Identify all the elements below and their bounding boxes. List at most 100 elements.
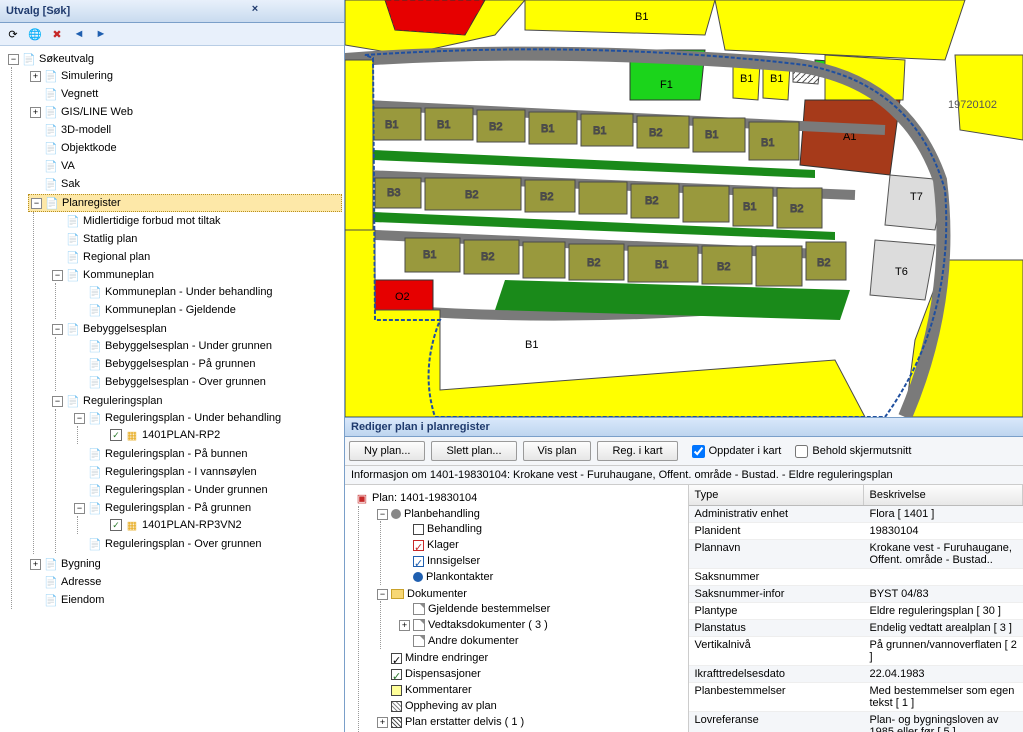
- tree-root[interactable]: Plan: 1401-19830104: [372, 492, 477, 504]
- table-row[interactable]: Ikrafttredelsesdato22.04.1983: [689, 666, 1023, 683]
- tree-item[interactable]: Reguleringsplan - Under grunnen: [105, 484, 268, 496]
- tree-item[interactable]: Midlertidige forbud mot tiltak: [83, 215, 221, 227]
- tree-item-planregister[interactable]: Planregister: [62, 197, 121, 209]
- tree-item[interactable]: Planbehandling: [404, 508, 480, 520]
- tree-item[interactable]: Vegnett: [61, 88, 98, 100]
- tree-item[interactable]: Objektkode: [61, 142, 117, 154]
- close-icon[interactable]: ×: [172, 3, 338, 19]
- tree-item[interactable]: Dokumenter: [407, 588, 467, 600]
- tree-item[interactable]: Bebyggelsesplan - Under grunnen: [105, 340, 272, 352]
- tree-item[interactable]: Bebyggelsesplan - Over grunnen: [105, 376, 266, 388]
- expander-icon[interactable]: +: [377, 717, 388, 728]
- doc-icon: 📄: [88, 483, 102, 497]
- keep-extent-checkbox[interactable]: Behold skjermutsnitt: [795, 445, 911, 458]
- tree-item[interactable]: Sak: [61, 178, 80, 190]
- table-row[interactable]: Administrativ enhetFlora [ 1401 ]: [689, 506, 1023, 523]
- forward-icon[interactable]: ►: [92, 25, 110, 43]
- checkbox-icon[interactable]: [110, 519, 122, 531]
- delete-icon[interactable]: ✖: [48, 25, 66, 43]
- expander-icon[interactable]: −: [52, 324, 63, 335]
- tree-item[interactable]: Kommuneplan - Gjeldende: [105, 304, 236, 316]
- panel-titlebar: Utvalg [Søk] ×: [0, 0, 344, 23]
- svg-text:F1: F1: [660, 79, 673, 91]
- update-map-checkbox[interactable]: Oppdater i kart: [692, 445, 782, 458]
- tree-item[interactable]: Kommuneplan: [83, 269, 154, 281]
- expander-icon[interactable]: +: [30, 107, 41, 118]
- checkbox-icon[interactable]: [795, 445, 808, 458]
- checkbox-icon[interactable]: [692, 445, 705, 458]
- table-row[interactable]: Saksnummer-inforBYST 04/83: [689, 586, 1023, 603]
- tree-item[interactable]: Bebyggelsesplan: [83, 323, 167, 335]
- tree-item[interactable]: GIS/LINE Web: [61, 106, 133, 118]
- tree-root[interactable]: Søkeutvalg: [39, 53, 94, 65]
- new-plan-button[interactable]: Ny plan...: [349, 441, 425, 461]
- globe-icon[interactable]: 🌐: [26, 25, 44, 43]
- tree-item[interactable]: Regional plan: [83, 251, 150, 263]
- tree-item[interactable]: VA: [61, 160, 75, 172]
- table-row[interactable]: PlanstatusEndelig vedtatt arealplan [ 3 …: [689, 620, 1023, 637]
- svg-text:B2: B2: [790, 203, 803, 215]
- reg-map-button[interactable]: Reg. i kart: [597, 441, 677, 461]
- tree-item[interactable]: Reguleringsplan - På bunnen: [105, 448, 248, 460]
- tree-item[interactable]: Kommentarer: [405, 684, 472, 696]
- col-header-desc[interactable]: Beskrivelse: [864, 485, 1023, 505]
- tree-leaf[interactable]: 1401PLAN-RP2: [142, 429, 220, 441]
- tree-item[interactable]: Kommuneplan - Under behandling: [105, 286, 273, 298]
- expander-icon[interactable]: −: [377, 509, 388, 520]
- expander-icon[interactable]: −: [52, 396, 63, 407]
- table-row[interactable]: LovreferansePlan- og bygningsloven av 19…: [689, 712, 1023, 732]
- expander-icon[interactable]: −: [8, 54, 19, 65]
- tree-item[interactable]: Reguleringsplan - I vannsøylen: [105, 466, 257, 478]
- tree-item[interactable]: Eiendom: [61, 594, 104, 606]
- tree-item[interactable]: Bebyggelsesplan - På grunnen: [105, 358, 255, 370]
- tree-item[interactable]: Innsigelser: [427, 555, 480, 567]
- expander-icon[interactable]: −: [377, 589, 388, 600]
- checkbox-icon[interactable]: [110, 429, 122, 441]
- tree-item[interactable]: Statlig plan: [83, 233, 137, 245]
- expander-icon[interactable]: −: [52, 270, 63, 281]
- svg-text:B2: B2: [489, 121, 502, 133]
- tree-item[interactable]: 3D-modell: [61, 124, 111, 136]
- show-plan-button[interactable]: Vis plan: [523, 441, 592, 461]
- properties-table[interactable]: Type Beskrivelse Administrativ enhetFlor…: [689, 485, 1023, 732]
- plan-detail-tree[interactable]: ▣Plan: 1401-19830104 −Planbehandling Beh…: [345, 485, 689, 732]
- tree-item[interactable]: Dispensasjoner: [405, 668, 481, 680]
- tree-item[interactable]: Andre dokumenter: [428, 635, 519, 647]
- tree-item[interactable]: Reguleringsplan: [83, 395, 163, 407]
- button-row: Ny plan... Slett plan... Vis plan Reg. i…: [345, 437, 1023, 466]
- table-row[interactable]: Saksnummer: [689, 569, 1023, 586]
- expander-icon[interactable]: −: [74, 413, 85, 424]
- expander-icon[interactable]: −: [31, 198, 42, 209]
- expander-icon[interactable]: +: [30, 71, 41, 82]
- expander-icon[interactable]: +: [30, 559, 41, 570]
- tree-item[interactable]: Bygning: [61, 558, 101, 570]
- tree-item[interactable]: Mindre endringer: [405, 652, 488, 664]
- tree-item[interactable]: Oppheving av plan: [405, 700, 497, 712]
- expander-icon[interactable]: +: [399, 620, 410, 631]
- table-row[interactable]: PlantypeEldre reguleringsplan [ 30 ]: [689, 603, 1023, 620]
- tree-item[interactable]: Behandling: [427, 523, 482, 535]
- tree-leaf[interactable]: 1401PLAN-RP3VN2: [142, 519, 242, 531]
- tree-item[interactable]: Gjeldende bestemmelser: [428, 603, 550, 615]
- tree-item[interactable]: Reguleringsplan - Over grunnen: [105, 538, 262, 550]
- tree-item[interactable]: Plankontakter: [426, 571, 493, 583]
- tree-item[interactable]: Reguleringsplan - På grunnen: [105, 502, 251, 514]
- tree-item[interactable]: Vedtaksdokumenter ( 3 ): [428, 619, 548, 631]
- tree-item[interactable]: Simulering: [61, 70, 113, 82]
- table-row[interactable]: PlanbestemmelserMed bestemmelser som ege…: [689, 683, 1023, 712]
- back-icon[interactable]: ◄: [70, 25, 88, 43]
- map-canvas[interactable]: B1 F1 F2 B2 B1 B1 A1 T7 T6: [345, 0, 1023, 417]
- doc-icon: 📄: [66, 250, 80, 264]
- tree-item[interactable]: Adresse: [61, 576, 101, 588]
- table-row[interactable]: Planident19830104: [689, 523, 1023, 540]
- delete-plan-button[interactable]: Slett plan...: [431, 441, 516, 461]
- search-tree[interactable]: −📄Søkeutvalg +📄Simulering 📄Vegnett +📄GIS…: [0, 46, 344, 732]
- tree-item[interactable]: Reguleringsplan - Under behandling: [105, 412, 281, 424]
- table-row[interactable]: PlannavnKrokane vest - Furuhaugane, Offe…: [689, 540, 1023, 569]
- tree-item[interactable]: Plan erstatter delvis ( 1 ): [405, 716, 524, 728]
- tree-item[interactable]: Klager: [427, 539, 459, 551]
- expander-icon[interactable]: −: [74, 503, 85, 514]
- refresh-icon[interactable]: ⟳: [4, 25, 22, 43]
- table-row[interactable]: VertikalnivåPå grunnen/vannoverflaten [ …: [689, 637, 1023, 666]
- col-header-type[interactable]: Type: [689, 485, 864, 505]
